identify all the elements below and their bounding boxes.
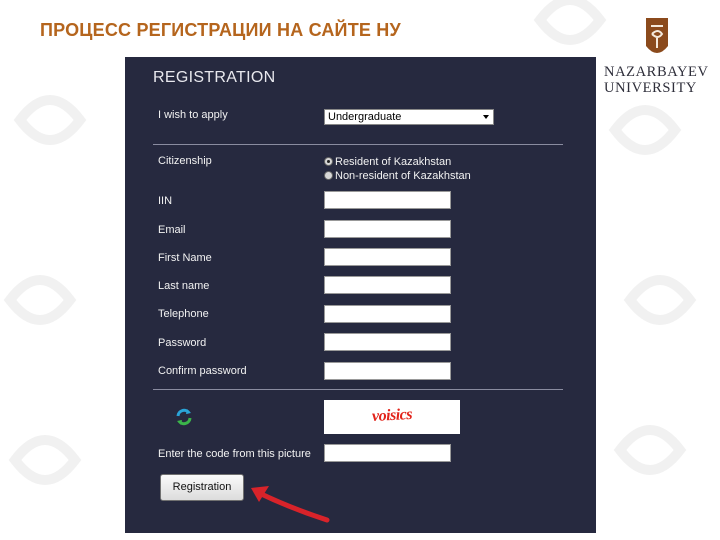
radio-button-checked[interactable] xyxy=(324,157,333,166)
password-input[interactable] xyxy=(324,333,451,351)
first-name-label: First Name xyxy=(158,252,212,264)
divider-bottom xyxy=(153,389,563,390)
logo-line-2: UNIVERSITY xyxy=(604,80,697,96)
divider-top xyxy=(153,144,563,145)
confirm-password-label: Confirm password xyxy=(158,365,247,377)
registration-button[interactable]: Registration xyxy=(160,474,244,501)
captcha-code-input[interactable] xyxy=(324,444,451,462)
red-arrow-annotation xyxy=(251,486,330,523)
captcha-code-label: Enter the code from this picture xyxy=(158,448,311,460)
logo-line-1: NAZARBAYEV xyxy=(604,64,709,80)
password-label: Password xyxy=(158,337,207,349)
last-name-input[interactable] xyxy=(324,276,451,294)
registration-panel: REGISTRATION I wish to apply Undergradua… xyxy=(125,57,596,533)
chevron-down-icon xyxy=(483,115,489,119)
slide-title: ПРОЦЕСС РЕГИСТРАЦИИ НА САЙТЕ НУ xyxy=(40,20,401,40)
iin-label: IIN xyxy=(158,195,173,207)
logo-emblem-icon xyxy=(646,18,668,53)
radio-non-resident-label: Non-resident of Kazakhstan xyxy=(335,170,471,182)
apply-select-value: Undergraduate xyxy=(328,111,402,123)
radio-button[interactable] xyxy=(324,171,333,180)
radio-resident-label: Resident of Kazakhstan xyxy=(335,156,452,168)
iin-input[interactable] xyxy=(324,191,451,209)
last-name-label: Last name xyxy=(158,280,210,292)
telephone-label: Telephone xyxy=(158,308,209,320)
email-input[interactable] xyxy=(324,220,451,238)
telephone-input[interactable] xyxy=(324,305,451,323)
form-title: REGISTRATION xyxy=(153,69,276,86)
captcha-image: voisics xyxy=(324,400,460,434)
apply-label: I wish to apply xyxy=(158,109,228,121)
first-name-input[interactable] xyxy=(324,248,451,266)
confirm-password-input[interactable] xyxy=(324,362,451,380)
refresh-icon[interactable] xyxy=(175,407,193,427)
captcha-text: voisics xyxy=(371,405,413,426)
apply-select[interactable]: Undergraduate xyxy=(324,109,494,125)
email-label: Email xyxy=(158,224,186,236)
citizenship-label: Citizenship xyxy=(158,155,212,167)
